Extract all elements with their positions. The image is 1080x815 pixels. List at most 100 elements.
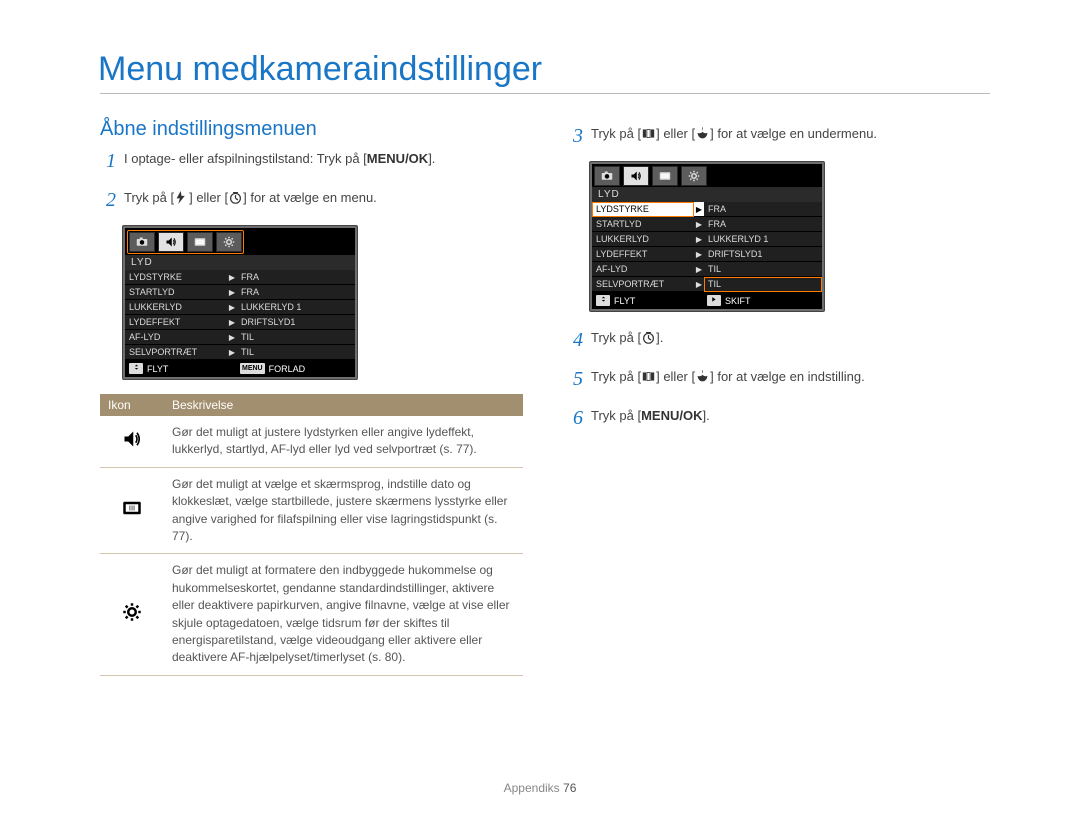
table-row: Gør det muligt at justere lydstyrken ell… — [100, 416, 523, 467]
menu-row-arrow-icon: ▶ — [694, 232, 704, 247]
step-text: I optage- eller afspilningstilstand: Try… — [124, 147, 435, 176]
step-text: Tryk på [] eller [] for at vælge en inds… — [591, 365, 865, 394]
table-head-desc: Beskrivelse — [164, 394, 523, 416]
step-text: Tryk på [] eller [] for at vælge en unde… — [591, 122, 877, 151]
menu-tab-camera — [129, 232, 155, 252]
menu-row: SELVPORTRÆT▶TIL — [592, 277, 822, 292]
menu-row-arrow-icon: ▶ — [227, 270, 237, 285]
menu-tab-gear — [681, 166, 707, 186]
menu-row-arrow-icon: ▶ — [227, 345, 237, 360]
menu-row-value: FRA — [237, 270, 355, 285]
menu-row: LYDSTYRKE▶FRA — [125, 270, 355, 285]
menu-row-label: SELVPORTRÆT — [592, 277, 694, 292]
menu-row-label: AF-LYD — [125, 330, 227, 345]
camera-menu-screenshot-left: LYDLYDSTYRKE▶FRASTARTLYD▶FRALUKKERLYD▶LU… — [122, 225, 358, 380]
step: 4Tryk på []. — [567, 326, 990, 355]
step-number: 4 — [567, 326, 589, 355]
section-title: Åbne indstillingsmenuen — [100, 118, 523, 141]
table-row: Gør det muligt at vælge et skærmsprog, i… — [100, 467, 523, 554]
menu-row-arrow-icon: ▶ — [694, 217, 704, 232]
menu-row-arrow-icon: ▶ — [227, 315, 237, 330]
divider — [100, 93, 990, 94]
step-number: 5 — [567, 365, 589, 394]
menu-row: LYDSTYRKE▶FRA — [592, 202, 822, 217]
icon-description-table: Ikon Beskrivelse Gør det muligt at juste… — [100, 394, 523, 676]
menu-footer: FLYT MENU FORLAD — [125, 360, 355, 377]
menu-tab-display — [652, 166, 678, 186]
menu-row-value: FRA — [704, 202, 822, 217]
menu-row-value: LUKKERLYD 1 — [704, 232, 822, 247]
menu-row-label: STARTLYD — [125, 285, 227, 300]
table-icon-display — [100, 467, 164, 554]
step-number: 6 — [567, 404, 589, 433]
menu-row-value: FRA — [237, 285, 355, 300]
menu-row-label: LYDEFFEKT — [125, 315, 227, 330]
menu-row: AF-LYD▶TIL — [592, 262, 822, 277]
step: 5Tryk på [] eller [] for at vælge en ind… — [567, 365, 990, 394]
updown-key-icon — [129, 363, 143, 374]
step-text: Tryk på []. — [591, 326, 663, 355]
page-footer: Appendiks 76 — [0, 781, 1080, 795]
step-number: 2 — [100, 186, 122, 215]
step-number: 3 — [567, 122, 589, 151]
menu-row-arrow-icon: ▶ — [227, 330, 237, 345]
menu-row-arrow-icon: ▶ — [227, 285, 237, 300]
menu-row: AF-LYD▶TIL — [125, 330, 355, 345]
step: 2Tryk på [] eller [] for at vælge en men… — [100, 186, 523, 215]
macro-icon — [696, 127, 709, 146]
menu-row: LUKKERLYD▶LUKKERLYD 1 — [592, 232, 822, 247]
menu-row-arrow-icon: ▶ — [694, 262, 704, 277]
menu-key-icon: MENU — [240, 363, 265, 374]
menu-row-value: TIL — [704, 262, 822, 277]
menu-row-arrow-icon: ▶ — [694, 277, 704, 292]
menu-row-value: TIL — [237, 345, 355, 360]
step: 3Tryk på [] eller [] for at vælge en und… — [567, 122, 990, 151]
table-desc: Gør det muligt at justere lydstyrken ell… — [164, 416, 523, 467]
menu-row-label: LYDEFFEKT — [592, 247, 694, 262]
table-icon-gear — [100, 554, 164, 675]
menu-row-value: TIL — [704, 277, 822, 292]
menu-row: LYDEFFEKT▶DRIFTSLYD1 — [592, 247, 822, 262]
menu-row-value: LUKKERLYD 1 — [237, 300, 355, 315]
menu-tab-sound — [158, 232, 184, 252]
menu-tab-gear — [216, 232, 242, 252]
table-desc: Gør det muligt at formatere den indbygge… — [164, 554, 523, 675]
menu-footer: FLYT SKIFT — [592, 292, 822, 309]
menu-tab-display — [187, 232, 213, 252]
menu-row-label: STARTLYD — [592, 217, 694, 232]
menu-row-label: AF-LYD — [592, 262, 694, 277]
footer-page: 76 — [563, 781, 576, 795]
menu-row-label: SELVPORTRÆT — [125, 345, 227, 360]
table-desc: Gør det muligt at vælge et skærmsprog, i… — [164, 467, 523, 554]
updown-key-icon — [596, 295, 610, 306]
menu-footer-left: FLYT — [147, 364, 168, 374]
table-head-icon: Ikon — [100, 394, 164, 416]
menu-row-value: DRIFTSLYD1 — [704, 247, 822, 262]
disp-icon — [642, 370, 655, 389]
menu-row-label: LUKKERLYD — [125, 300, 227, 315]
timer-icon — [229, 191, 242, 210]
menu-row: LYDEFFEKT▶DRIFTSLYD1 — [125, 315, 355, 330]
menu-row-arrow-icon: ▶ — [694, 202, 704, 217]
menu-row-arrow-icon: ▶ — [227, 300, 237, 315]
menu-footer-left: FLYT — [614, 296, 635, 306]
menu-row-value: DRIFTSLYD1 — [237, 315, 355, 330]
footer-label: Appendiks — [504, 781, 560, 795]
page-title: Menu medkameraindstillinger — [98, 50, 990, 89]
camera-menu-screenshot-right: LYDLYDSTYRKE▶FRASTARTLYD▶FRALUKKERLYD▶LU… — [589, 161, 825, 312]
flash-icon — [175, 191, 188, 210]
table-row: Gør det muligt at formatere den indbygge… — [100, 554, 523, 675]
menu-title: LYD — [592, 186, 822, 202]
menu-row: STARTLYD▶FRA — [125, 285, 355, 300]
menu-footer-right: SKIFT — [725, 296, 751, 306]
menu-tab-sound — [623, 166, 649, 186]
menu-footer-right: FORLAD — [269, 364, 306, 374]
menu-row: LUKKERLYD▶LUKKERLYD 1 — [125, 300, 355, 315]
timer-icon — [642, 331, 655, 350]
disp-icon — [642, 127, 655, 146]
macro-icon — [696, 370, 709, 389]
menu-row: STARTLYD▶FRA — [592, 217, 822, 232]
step: 1I optage- eller afspilningstilstand: Tr… — [100, 147, 523, 176]
table-icon-sound — [100, 416, 164, 467]
step-text: Tryk på [] eller [] for at vælge en menu… — [124, 186, 377, 215]
